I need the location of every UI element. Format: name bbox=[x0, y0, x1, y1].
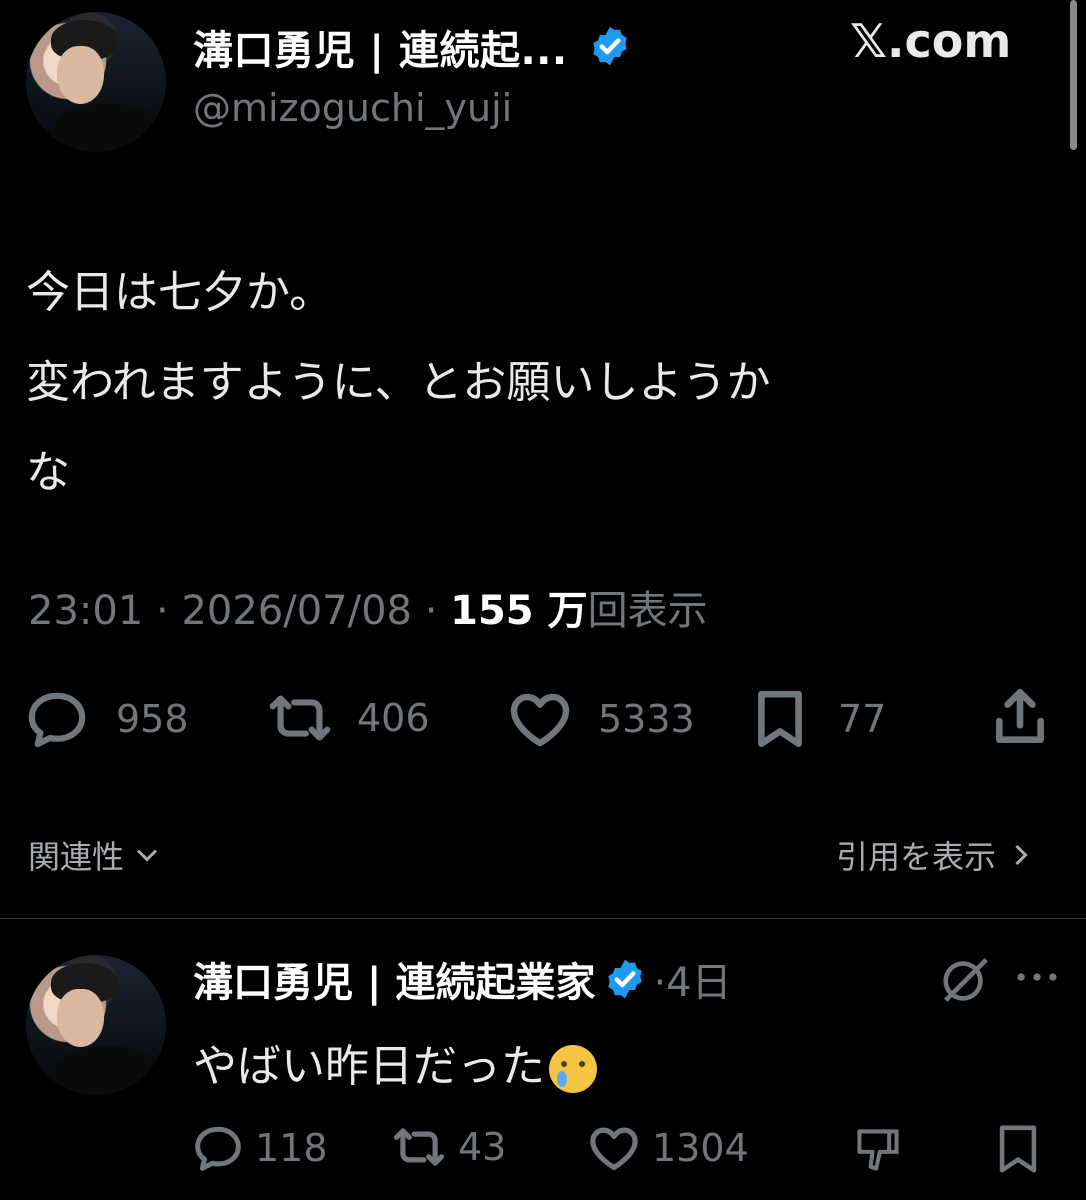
heart-icon bbox=[510, 693, 570, 747]
reply-button[interactable]: 958 bbox=[26, 690, 189, 748]
tweet-date[interactable]: 2026/07/08 bbox=[181, 588, 412, 634]
tear-smile-emoji-icon bbox=[549, 1045, 597, 1093]
reply-count: 958 bbox=[116, 697, 189, 741]
verified-icon bbox=[593, 26, 627, 66]
retweet-count: 406 bbox=[357, 696, 430, 740]
author-avatar[interactable] bbox=[26, 12, 166, 152]
view-quotes-link[interactable]: 引用を表示 bbox=[836, 832, 1036, 878]
sort-dropdown[interactable]: 関連性 bbox=[28, 832, 162, 878]
chevron-down-icon bbox=[136, 849, 158, 862]
author-display-name[interactable]: 溝口勇児 | 連続起... bbox=[193, 18, 632, 76]
heart-icon bbox=[590, 1127, 638, 1171]
reply-retweet-button[interactable]: 43 bbox=[390, 1124, 506, 1170]
retweet-icon bbox=[269, 695, 331, 741]
meta-separator: · bbox=[156, 588, 169, 634]
like-button[interactable]: 5333 bbox=[508, 690, 695, 748]
reply-icon bbox=[195, 1126, 241, 1171]
avatar-face bbox=[56, 988, 105, 1048]
reply-author-name[interactable]: 溝口勇児 | 連続起業家 bbox=[193, 950, 595, 1008]
author-handle[interactable]: @mizoguchi_yuji bbox=[193, 86, 512, 130]
site-label: 𝕏.com bbox=[850, 14, 1012, 68]
retweet-icon bbox=[393, 1128, 445, 1166]
scrollbar[interactable] bbox=[1070, 0, 1077, 150]
share-icon bbox=[996, 688, 1044, 744]
tweet-meta: 23:01 · 2026/07/08 · 155 万回表示 bbox=[28, 578, 708, 636]
verified-icon bbox=[608, 959, 643, 999]
avatar-body bbox=[51, 104, 164, 152]
reply-text-content: やばい昨日だった bbox=[193, 1041, 545, 1092]
divider bbox=[0, 918, 1086, 919]
reply-header: 溝口勇児 | 連続起業家 ·4日 bbox=[193, 950, 732, 1008]
like-count: 5333 bbox=[598, 697, 695, 741]
bookmark-icon bbox=[758, 690, 802, 748]
bookmark-count: 77 bbox=[838, 697, 887, 741]
bookmark-icon[interactable] bbox=[995, 1122, 1041, 1176]
tweet-time[interactable]: 23:01 bbox=[28, 588, 143, 634]
reply-text: やばい昨日だった bbox=[193, 1030, 597, 1094]
share-button[interactable] bbox=[990, 686, 1050, 748]
reply-time[interactable]: ·4日 bbox=[653, 950, 731, 1008]
reply-avatar[interactable] bbox=[26, 955, 166, 1095]
quotes-label: 引用を表示 bbox=[836, 838, 997, 876]
dislike-icon[interactable] bbox=[852, 1124, 904, 1176]
avatar-body bbox=[51, 1047, 164, 1095]
avatar-face bbox=[56, 45, 105, 105]
reply-like-count: 1304 bbox=[652, 1126, 749, 1170]
tweet-text: 今日は七夕か。 変われますように、とお願いしようか な bbox=[26, 267, 771, 498]
meta-separator: · bbox=[424, 588, 438, 634]
view-label: 回表示 bbox=[587, 588, 708, 634]
bookmark-button[interactable]: 77 bbox=[752, 688, 886, 750]
view-count: 155 万 bbox=[450, 588, 588, 634]
author-name-text[interactable]: 溝口勇児 | 連続起... bbox=[193, 28, 568, 74]
reply-icon bbox=[28, 692, 86, 748]
sort-label: 関連性 bbox=[28, 838, 125, 876]
reply-like-button[interactable]: 1304 bbox=[588, 1124, 749, 1172]
more-options-icon[interactable] bbox=[1015, 965, 1059, 989]
chevron-right-icon bbox=[1015, 844, 1028, 866]
retweet-button[interactable]: 406 bbox=[265, 690, 430, 746]
reply-reply-count: 118 bbox=[255, 1126, 328, 1170]
grok-icon[interactable] bbox=[938, 952, 992, 1006]
reply-retweet-count: 43 bbox=[458, 1125, 507, 1169]
reply-reply-button[interactable]: 118 bbox=[193, 1124, 328, 1172]
